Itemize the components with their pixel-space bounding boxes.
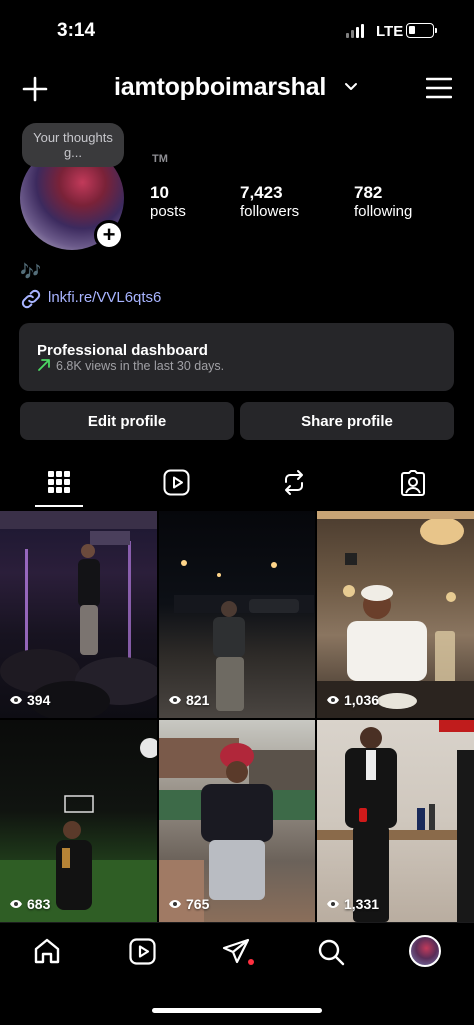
trend-up-icon xyxy=(37,358,51,377)
post-views-count: 1,331 xyxy=(344,896,380,912)
note-bubble[interactable]: Your thoughts g... xyxy=(22,123,124,167)
link-icon xyxy=(20,288,42,315)
post-views-count: 683 xyxy=(27,896,51,912)
post-views: 1,331 xyxy=(326,896,379,912)
post-views: 765 xyxy=(168,896,209,912)
post-views-count: 821 xyxy=(186,692,210,708)
chevron-down-icon[interactable] xyxy=(344,80,358,99)
posts-count: 10 xyxy=(150,183,169,202)
posts-label: posts xyxy=(150,203,186,220)
search-icon[interactable] xyxy=(317,938,345,971)
notification-dot xyxy=(248,959,254,965)
create-plus-icon[interactable] xyxy=(22,76,48,107)
post-views: 1,036 xyxy=(326,692,379,708)
reels-icon[interactable] xyxy=(129,938,156,970)
grid-tab-icon[interactable] xyxy=(47,470,71,499)
post-views-count: 1,036 xyxy=(344,692,380,708)
status-time: 3:14 xyxy=(57,20,96,41)
following-stat[interactable]: 782 following xyxy=(354,183,412,220)
eye-icon xyxy=(327,900,339,908)
post-views: 683 xyxy=(9,896,50,912)
battery-tip xyxy=(435,28,437,33)
battery-icon xyxy=(406,23,434,38)
bio-music-emoji: 🎶 xyxy=(20,262,42,281)
grid-post-2[interactable]: 821 xyxy=(159,511,315,718)
following-count: 782 xyxy=(354,183,383,202)
post-views-count: 394 xyxy=(27,692,51,708)
post-views: 821 xyxy=(168,692,209,708)
profile-nav-avatar[interactable] xyxy=(409,935,441,967)
eye-icon xyxy=(169,696,181,704)
grid-post-3[interactable]: 1,036 xyxy=(317,511,474,718)
eye-icon xyxy=(10,696,22,704)
followers-stat[interactable]: 7,423 followers xyxy=(240,183,299,220)
home-icon[interactable] xyxy=(33,937,61,970)
note-text: Your thoughts g... xyxy=(33,130,113,160)
tagged-tab-icon[interactable] xyxy=(399,469,427,502)
reels-tab-icon[interactable] xyxy=(163,469,190,501)
following-label: following xyxy=(354,203,413,220)
bio-link[interactable]: lnkfi.re/VVL6qts6 xyxy=(48,289,161,306)
messages-icon[interactable] xyxy=(222,938,250,971)
followers-label: followers xyxy=(240,203,300,220)
profile-username[interactable]: iamtopboimarshal xyxy=(114,73,326,102)
eye-icon xyxy=(169,900,181,908)
post-views-count: 765 xyxy=(186,896,210,912)
dashboard-subtitle: 6.8K views in the last 30 days. xyxy=(56,359,225,373)
eye-icon xyxy=(327,696,339,704)
eye-icon xyxy=(10,900,22,908)
reposts-tab-icon[interactable] xyxy=(281,469,307,501)
active-tab-indicator xyxy=(35,505,83,507)
share-profile-button[interactable]: Share profile xyxy=(240,402,454,440)
followers-count: 7,423 xyxy=(240,183,283,202)
posts-stat[interactable]: 10 posts xyxy=(150,183,186,220)
grid-post-1[interactable]: 394 xyxy=(0,511,157,718)
post-views: 394 xyxy=(9,692,50,708)
grid-post-4[interactable]: 683 xyxy=(0,720,157,922)
home-indicator xyxy=(152,1008,322,1013)
dashboard-title: Professional dashboard xyxy=(37,342,208,359)
menu-icon[interactable] xyxy=(425,77,453,104)
cellular-signal-icon xyxy=(346,24,364,38)
edit-profile-button[interactable]: Edit profile xyxy=(20,402,234,440)
grid-post-6[interactable]: 1,331 xyxy=(317,720,474,922)
grid-post-5[interactable]: 765 xyxy=(159,720,315,922)
display-name: TM xyxy=(152,153,168,165)
network-type: LTE xyxy=(376,23,404,40)
add-story-button[interactable]: + xyxy=(94,220,124,250)
